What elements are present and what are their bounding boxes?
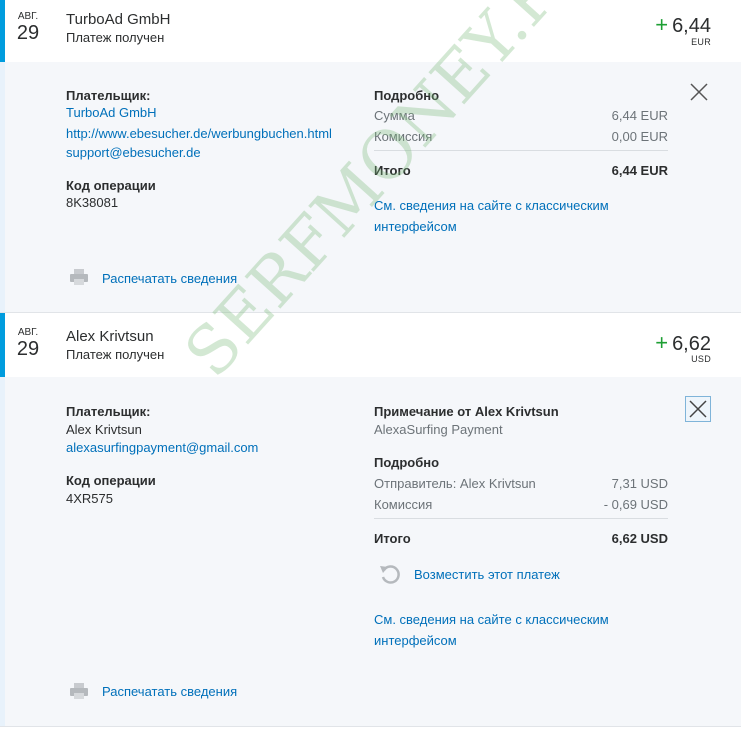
fee-value: - 0,69 USD <box>603 497 668 512</box>
details-divider <box>374 150 668 151</box>
date-month: АВГ. <box>17 11 39 22</box>
refund-payment-link[interactable]: Возместить этот платеж <box>414 567 560 582</box>
sender-value: 7,31 USD <box>611 476 668 491</box>
transaction-row-1[interactable]: АВГ. 29 TurboAd GmbH Платеж получен +6,4… <box>0 0 741 63</box>
transaction-row-2[interactable]: АВГ. 29 Alex Krivtsun Платеж получен +6,… <box>0 313 741 378</box>
date-month: АВГ. <box>17 327 39 338</box>
close-details-button[interactable] <box>685 396 711 422</box>
transaction-currency: USD <box>691 354 711 364</box>
transaction-status: Платеж получен <box>66 347 165 362</box>
print-details-link[interactable]: Распечатать сведения <box>102 271 237 286</box>
total-label: Итого <box>374 531 411 546</box>
refund-icon[interactable] <box>378 562 402 591</box>
classic-view-link-line2[interactable]: интерфейсом <box>374 633 457 648</box>
details-accent <box>0 62 5 312</box>
op-code-value: 4XR575 <box>66 491 113 506</box>
fee-label: Комиссия <box>374 497 433 512</box>
transaction-details-1: Плательщик: TurboAd GmbH http://www.ebes… <box>0 62 741 313</box>
printer-icon[interactable] <box>69 268 89 291</box>
amount-value: 6,62 <box>672 333 711 355</box>
plus-sign: + <box>655 330 669 355</box>
total-label: Итого <box>374 163 411 178</box>
date-day: 29 <box>16 338 40 360</box>
printer-icon[interactable] <box>69 682 89 705</box>
print-details-link[interactable]: Распечатать сведения <box>102 684 237 699</box>
transaction-details-2: Плательщик: Alex Krivtsun alexasurfingpa… <box>0 377 741 727</box>
details-divider <box>374 518 668 519</box>
transaction-amount: +6,44 <box>655 12 711 38</box>
selected-indicator <box>0 0 5 62</box>
details-title: Подробно <box>374 88 440 103</box>
classic-view-link[interactable]: См. сведения на сайте с классическим <box>374 612 609 627</box>
payer-label: Плательщик: <box>66 404 151 419</box>
transaction-amount: +6,62 <box>655 330 711 356</box>
fee-label: Комиссия <box>374 129 433 144</box>
note-text: AlexaSurfing Payment <box>374 422 503 437</box>
plus-sign: + <box>655 12 669 37</box>
selected-indicator <box>0 313 5 377</box>
date-day: 29 <box>16 22 40 44</box>
payer-url-link[interactable]: http://www.ebesucher.de/werbungbuchen.ht… <box>66 126 332 141</box>
sender-label: Отправитель: Alex Krivtsun <box>374 476 536 491</box>
total-value: 6,44 EUR <box>611 163 668 178</box>
close-details-button[interactable] <box>687 80 711 104</box>
sum-value: 6,44 EUR <box>611 108 668 123</box>
details-accent <box>0 377 5 726</box>
classic-view-link[interactable]: См. сведения на сайте с классическим <box>374 198 609 213</box>
fee-value: 0,00 EUR <box>611 129 668 144</box>
transaction-date: АВГ. 29 <box>10 11 46 44</box>
transaction-currency: EUR <box>691 37 711 47</box>
payer-label: Плательщик: <box>66 88 151 103</box>
transaction-date: АВГ. 29 <box>10 327 46 360</box>
party-name: TurboAd GmbH <box>66 11 171 28</box>
payer-name: Alex Krivtsun <box>66 422 142 437</box>
op-code-label: Код операции <box>66 178 156 193</box>
op-code-label: Код операции <box>66 473 156 488</box>
payer-email-link[interactable]: alexasurfingpayment@gmail.com <box>66 440 258 455</box>
total-value: 6,62 USD <box>611 531 668 546</box>
note-title: Примечание от Alex Krivtsun <box>374 404 559 419</box>
amount-value: 6,44 <box>672 15 711 37</box>
sum-label: Сумма <box>374 108 415 123</box>
transaction-status: Платеж получен <box>66 30 165 45</box>
classic-view-link-line2[interactable]: интерфейсом <box>374 219 457 234</box>
close-icon <box>690 83 708 101</box>
payer-email-link[interactable]: support@ebesucher.de <box>66 145 201 160</box>
close-icon <box>689 400 707 418</box>
details-title: Подробно <box>374 455 440 470</box>
party-name: Alex Krivtsun <box>66 328 154 345</box>
op-code-value: 8K38081 <box>66 195 119 210</box>
payer-name-link[interactable]: TurboAd GmbH <box>66 105 157 120</box>
